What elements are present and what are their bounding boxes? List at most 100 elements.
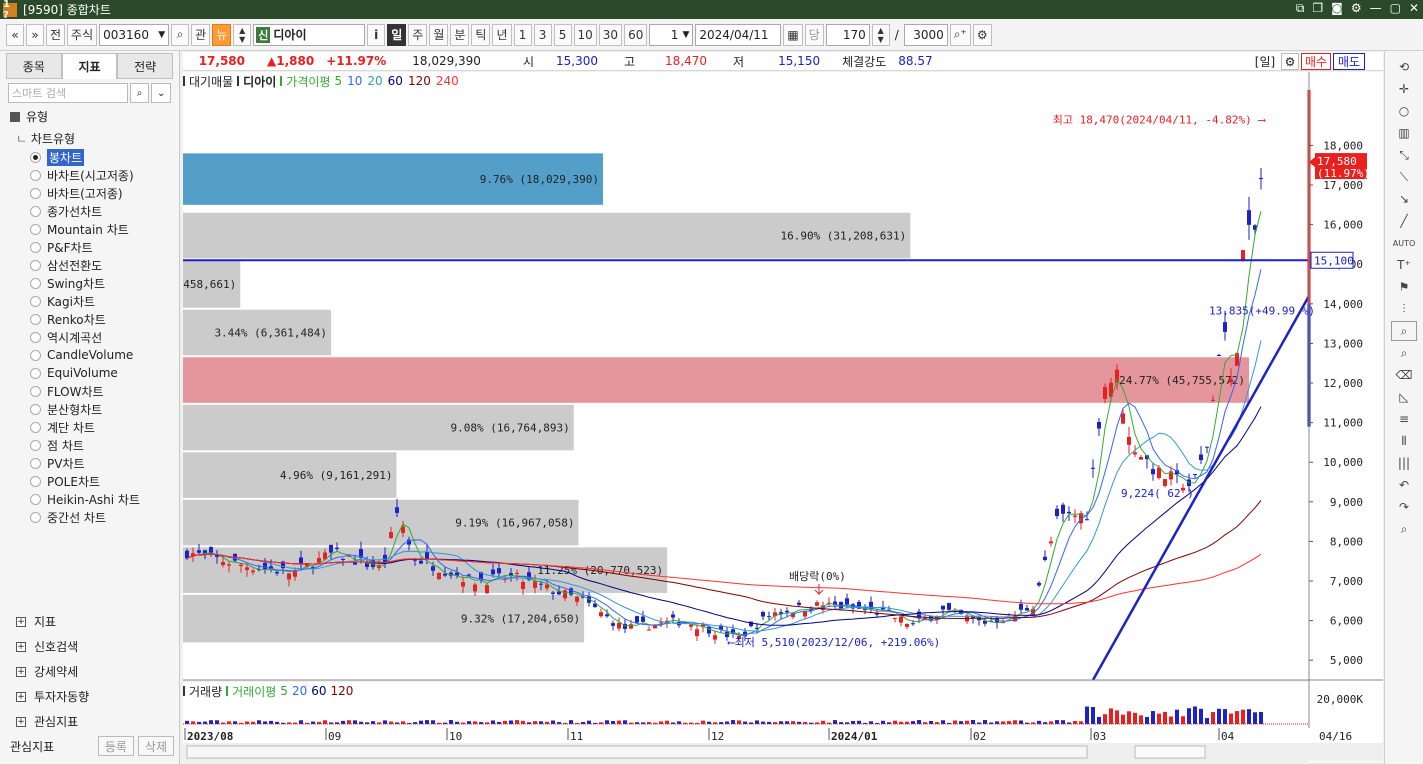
- indicator-group[interactable]: + 지표: [16, 609, 89, 634]
- market-select[interactable]: 주식: [67, 23, 98, 46]
- section-type[interactable]: 유형: [10, 108, 48, 125]
- expand-icon[interactable]: +: [16, 666, 26, 677]
- period-week[interactable]: 주: [408, 23, 428, 46]
- search-icon[interactable]: ⌕: [171, 23, 190, 46]
- radio-icon[interactable]: [30, 241, 41, 253]
- chart-type-item[interactable]: 삼선전환도: [30, 256, 140, 274]
- legend-vol-ma-60[interactable]: 60: [311, 684, 326, 698]
- tab-strategy[interactable]: 전략: [117, 53, 174, 79]
- zoom-icon[interactable]: ⌕⁺: [949, 23, 971, 46]
- radio-icon[interactable]: [30, 349, 41, 361]
- chart-type-group[interactable]: ㄴ 차트유형: [16, 130, 75, 147]
- chart-type-item[interactable]: FLOW차트: [30, 382, 140, 400]
- register-button[interactable]: 등록: [97, 736, 134, 756]
- radio-icon[interactable]: [30, 295, 41, 307]
- zoom-plus-icon[interactable]: ⌕: [1391, 343, 1417, 363]
- legend-ma-label[interactable]: 가격이평: [286, 73, 330, 90]
- candlestick-chart[interactable]: 9.76% (18,029,390) 16.90% (31,208,631) 1.3…: [183, 72, 1383, 762]
- total-count-input[interactable]: 3000: [903, 23, 948, 46]
- legend-vol-ma-120[interactable]: 120: [331, 684, 354, 698]
- radio-icon[interactable]: [30, 457, 41, 469]
- chart-type-item[interactable]: 분산형차트: [30, 400, 140, 418]
- grid-icon[interactable]: ⦀: [1391, 431, 1417, 451]
- radio-icon[interactable]: [30, 367, 41, 379]
- date-input[interactable]: 2024/04/11: [695, 23, 782, 46]
- chart-type-item[interactable]: 바차트(시고저종): [30, 166, 140, 184]
- next-button[interactable]: »: [26, 23, 44, 46]
- minimize-icon[interactable]: —: [1370, 1, 1382, 16]
- minute-10[interactable]: 10: [573, 23, 597, 46]
- radio-icon[interactable]: [30, 403, 41, 415]
- chart-icon[interactable]: ▥: [1391, 123, 1417, 143]
- smart-search-input[interactable]: 스마트 검색: [8, 83, 128, 103]
- undo-icon[interactable]: ↶: [1391, 475, 1417, 495]
- chevron-down-icon[interactable]: ⌄: [151, 83, 171, 103]
- chart-type-item[interactable]: P&F차트: [30, 238, 140, 256]
- current-button[interactable]: 당: [804, 23, 824, 46]
- tab-indicator[interactable]: 지표: [61, 53, 118, 79]
- maximize-icon[interactable]: ▢: [1390, 1, 1401, 16]
- radio-icon[interactable]: [30, 223, 41, 235]
- all-button[interactable]: 전: [46, 23, 66, 46]
- calendar-icon[interactable]: ▦: [783, 23, 803, 46]
- chart-type-item[interactable]: EquiVolume: [30, 364, 140, 382]
- legend-ma-240[interactable]: 240: [436, 74, 459, 88]
- chart-type-item[interactable]: Renko차트: [30, 310, 140, 328]
- chart-type-item[interactable]: 계단 차트: [30, 418, 140, 436]
- chart-type-item[interactable]: 종가선차트: [30, 202, 140, 220]
- chart-type-item[interactable]: Swing차트: [30, 274, 140, 292]
- text-icon[interactable]: T⁺: [1391, 255, 1417, 275]
- radio-icon[interactable]: [30, 421, 41, 433]
- legend-vol-ma-20[interactable]: 20: [292, 684, 307, 698]
- tab-stock[interactable]: 종목: [6, 53, 62, 79]
- settings-icon[interactable]: ⚙: [972, 23, 992, 46]
- period-tick[interactable]: 틱: [471, 23, 491, 46]
- collapse-icon[interactable]: [10, 111, 20, 122]
- chevron-down-icon[interactable]: ▼: [682, 30, 689, 40]
- chart-type-item[interactable]: 바차트(고저종): [30, 184, 140, 202]
- news-button[interactable]: 뉴: [212, 23, 232, 46]
- fibonacci-icon[interactable]: ≡: [1391, 409, 1417, 429]
- copy-icon[interactable]: ❐: [1312, 1, 1323, 16]
- radio-icon[interactable]: [30, 259, 41, 271]
- view-count-input[interactable]: 170: [825, 23, 870, 46]
- bars-icon[interactable]: |||: [1391, 453, 1417, 473]
- indicator-group[interactable]: + 강세약세: [16, 659, 89, 684]
- chart-type-item[interactable]: CandleVolume: [30, 346, 140, 364]
- minute-3[interactable]: 3: [533, 23, 552, 46]
- chart-type-item[interactable]: Mountain 차트: [30, 220, 140, 238]
- gear-icon[interactable]: ⚙: [1351, 1, 1362, 16]
- chart-type-item[interactable]: Heikin-Ashi 차트: [30, 490, 140, 508]
- radio-icon[interactable]: [30, 169, 41, 181]
- minute-1[interactable]: 1: [513, 23, 532, 46]
- redo-icon[interactable]: ↷: [1391, 497, 1417, 517]
- candle-icon[interactable]: ⫶: [1391, 299, 1417, 319]
- chart-type-item[interactable]: 점 차트: [30, 436, 140, 454]
- period-day[interactable]: 일: [387, 23, 407, 46]
- chevron-down-icon[interactable]: ▼: [158, 30, 165, 40]
- crosshair-icon[interactable]: ✛: [1391, 79, 1417, 99]
- minute-30[interactable]: 30: [598, 23, 623, 46]
- measure-icon[interactable]: ◺: [1391, 387, 1417, 407]
- radio-icon[interactable]: [30, 511, 41, 523]
- stepper-icon[interactable]: ▲ ▼: [871, 23, 890, 46]
- chart-type-item[interactable]: PV차트: [30, 454, 140, 472]
- period-month[interactable]: 월: [429, 23, 449, 46]
- prev-button[interactable]: «: [6, 23, 24, 46]
- line-icon[interactable]: ⟍: [1391, 167, 1417, 187]
- indicator-group[interactable]: + 신호검색: [16, 634, 89, 659]
- zoom-slider[interactable]: [1134, 745, 1206, 759]
- stock-name-field[interactable]: 신 디아이: [253, 23, 366, 46]
- circle-icon[interactable]: ○: [1391, 101, 1417, 121]
- chart-type-item[interactable]: 봉차트: [30, 148, 140, 166]
- expand-icon[interactable]: +: [16, 641, 26, 652]
- eraser-icon[interactable]: ⌫: [1391, 365, 1417, 385]
- legend-ma-60[interactable]: 60: [388, 74, 403, 88]
- search-icon[interactable]: ⌕: [1391, 519, 1417, 539]
- search-icon[interactable]: ⌕: [129, 83, 150, 103]
- radio-icon[interactable]: [30, 331, 41, 343]
- sell-button[interactable]: 매도: [1333, 53, 1365, 70]
- delete-button[interactable]: 삭제: [137, 736, 174, 756]
- legend-volume[interactable]: 거래량: [189, 683, 222, 700]
- legend-ma-20[interactable]: 20: [367, 74, 382, 88]
